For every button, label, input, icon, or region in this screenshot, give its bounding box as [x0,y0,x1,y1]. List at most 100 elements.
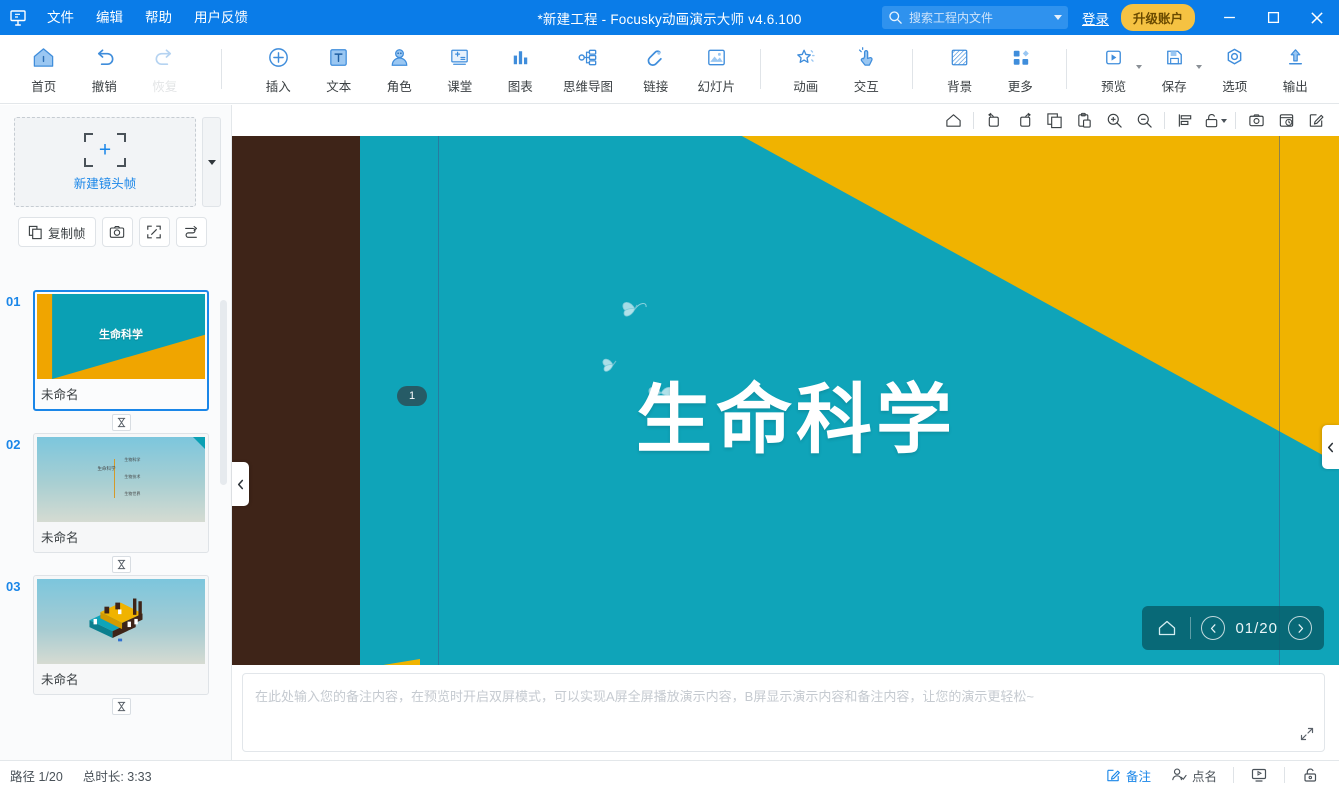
chevron-down-icon[interactable] [1135,65,1142,69]
ribbon-options-label: 选项 [1222,80,1248,94]
menu-help[interactable]: 帮助 [134,0,183,35]
history-button[interactable] [1271,108,1301,134]
frame-thumbnail-02[interactable]: 生命科学 生物科学 生物技术 生物世界 未命名 [33,433,209,553]
reorder-path-icon [185,225,198,238]
zoom-out-button[interactable] [1129,108,1159,134]
ribbon-options[interactable]: 选项 [1204,37,1265,101]
ribbon-role[interactable]: 角色 [369,37,430,101]
edit-button[interactable] [1301,108,1331,134]
fit-frame-button[interactable] [138,217,170,247]
transition-hourglass-icon[interactable] [111,555,131,573]
new-frame-button[interactable]: + 新建镜头帧 [14,117,196,207]
chevron-down-icon[interactable] [1221,118,1227,123]
export-upload-icon [1283,43,1308,71]
menu-edit[interactable]: 编辑 [85,0,134,35]
new-frame-row: + 新建镜头帧 [0,105,231,207]
status-right-group: 备注 点名 [1096,761,1339,789]
frames-list[interactable]: 01 生命科学 未命名 02 生命科学 生物科学 生物技术 生物世界 未命名 0… [0,290,231,760]
zoom-in-button[interactable] [1099,108,1129,134]
frame-name[interactable]: 未命名 [37,379,205,409]
ribbon-save-label: 保存 [1161,80,1187,94]
lock-button[interactable] [1200,108,1230,134]
frame-name[interactable]: 未命名 [37,522,205,552]
paste-button[interactable] [1069,108,1099,134]
frames-scrollbar[interactable] [220,300,227,485]
ribbon-link[interactable]: 链接 [625,37,686,101]
menu-file[interactable]: 文件 [36,0,85,35]
frame-transition-02[interactable] [33,553,209,575]
rotate-left-button[interactable] [979,108,1009,134]
ribbon-mindmap[interactable]: 思维导图 [551,37,626,101]
list-item[interactable]: 01 生命科学 未命名 [0,290,231,411]
ribbon-redo-label: 恢复 [152,80,178,94]
align-button[interactable] [1170,108,1200,134]
ribbon-background[interactable]: 背景 [929,37,990,101]
minimize-button[interactable] [1207,0,1251,35]
list-item[interactable]: 02 生命科学 生物科学 生物技术 生物世界 未命名 [0,433,231,553]
ribbon-home[interactable]: 首页 [13,37,74,101]
ribbon-chart[interactable]: 图表 [490,37,551,101]
canvas-home-button[interactable] [938,108,968,134]
transition-hourglass-icon[interactable] [111,413,131,431]
menu-feedback[interactable]: 用户反馈 [183,0,259,35]
rotate-left-icon [987,112,999,127]
chevron-down-icon[interactable] [1196,65,1203,69]
ribbon-save[interactable]: 保存 [1144,37,1205,101]
reorder-path-button[interactable] [175,217,207,247]
home-outline-icon [945,114,961,127]
butterfly-icon [622,301,647,317]
nav-next-button[interactable] [1288,616,1312,640]
frame-index-badge[interactable]: 1 [397,386,427,406]
slide-title-text[interactable]: 生命科学 [636,358,956,468]
ribbon-text[interactable]: 文本 [308,37,369,101]
login-button[interactable]: 登录 [1082,8,1109,28]
maximize-button[interactable] [1251,0,1295,35]
save-disk-icon [1162,43,1187,71]
status-present-button[interactable] [1240,761,1278,789]
nav-home-button[interactable] [1154,615,1180,641]
frame-name[interactable]: 未命名 [37,664,205,694]
search-input[interactable]: 搜索工程内文件 [881,6,1068,29]
lock-status-icon [1304,768,1317,782]
collapse-right-panel-button[interactable] [1322,425,1339,469]
ribbon-interaction[interactable]: 交互 [836,37,897,101]
thumb-left-label: 生命科学 [97,465,116,471]
transition-hourglass-icon[interactable] [111,697,131,715]
status-left-group: 路径 1/20 总时长: 3:33 [0,766,152,785]
frame-thumbnail-03[interactable]: 未命名 [33,575,209,695]
nav-prev-button[interactable] [1201,616,1226,640]
snapshot-button[interactable] [1241,108,1271,134]
classroom-icon [447,43,472,71]
upgrade-account-button[interactable]: 升级账户 [1120,4,1195,31]
frame-transition-03[interactable] [33,695,209,717]
ribbon-export[interactable]: 输出 [1265,37,1326,101]
close-button[interactable] [1295,0,1339,35]
ribbon-classroom[interactable]: 课堂 [430,37,491,101]
copy-frame-button[interactable]: 复制帧 [18,217,96,247]
ribbon-animation[interactable]: 动画 [775,37,836,101]
status-divider-2 [1284,767,1285,783]
search-dropdown-icon[interactable] [1053,15,1062,20]
frame-transition-01[interactable] [33,411,209,433]
frame-thumbnail-01[interactable]: 生命科学 未命名 [33,290,209,411]
ribbon-undo[interactable]: 撤销 [74,37,135,101]
slide-stage[interactable]: 1 生命科学 01/20 [232,136,1339,665]
ribbon-preview[interactable]: 预览 [1083,37,1144,101]
ribbon-slide[interactable]: 幻灯片 [686,37,747,101]
canvas-toolbar-separator-1 [973,112,974,129]
notes-input[interactable]: 在此处输入您的备注内容，在预览时开启双屏模式，可以实现A屏全屏播放演示内容，B屏… [242,673,1325,752]
new-frame-dropdown-button[interactable] [202,117,221,207]
ribbon-insert[interactable]: 插入 [248,37,309,101]
chevron-left-icon [1210,623,1216,633]
status-notes-button[interactable]: 备注 [1096,761,1161,789]
list-item[interactable]: 03 未命名 [0,575,231,695]
rotate-right-button[interactable] [1009,108,1039,134]
status-lock-button[interactable] [1291,761,1329,789]
collapse-sidebar-button[interactable] [232,462,249,506]
ribbon-more[interactable]: 更多 [990,37,1051,101]
ribbon-redo[interactable]: 恢复 [134,37,195,101]
notes-expand-button[interactable] [1296,723,1318,745]
duplicate-button[interactable] [1039,108,1069,134]
status-rollcall-button[interactable]: 点名 [1161,761,1227,789]
capture-frame-button[interactable] [101,217,133,247]
